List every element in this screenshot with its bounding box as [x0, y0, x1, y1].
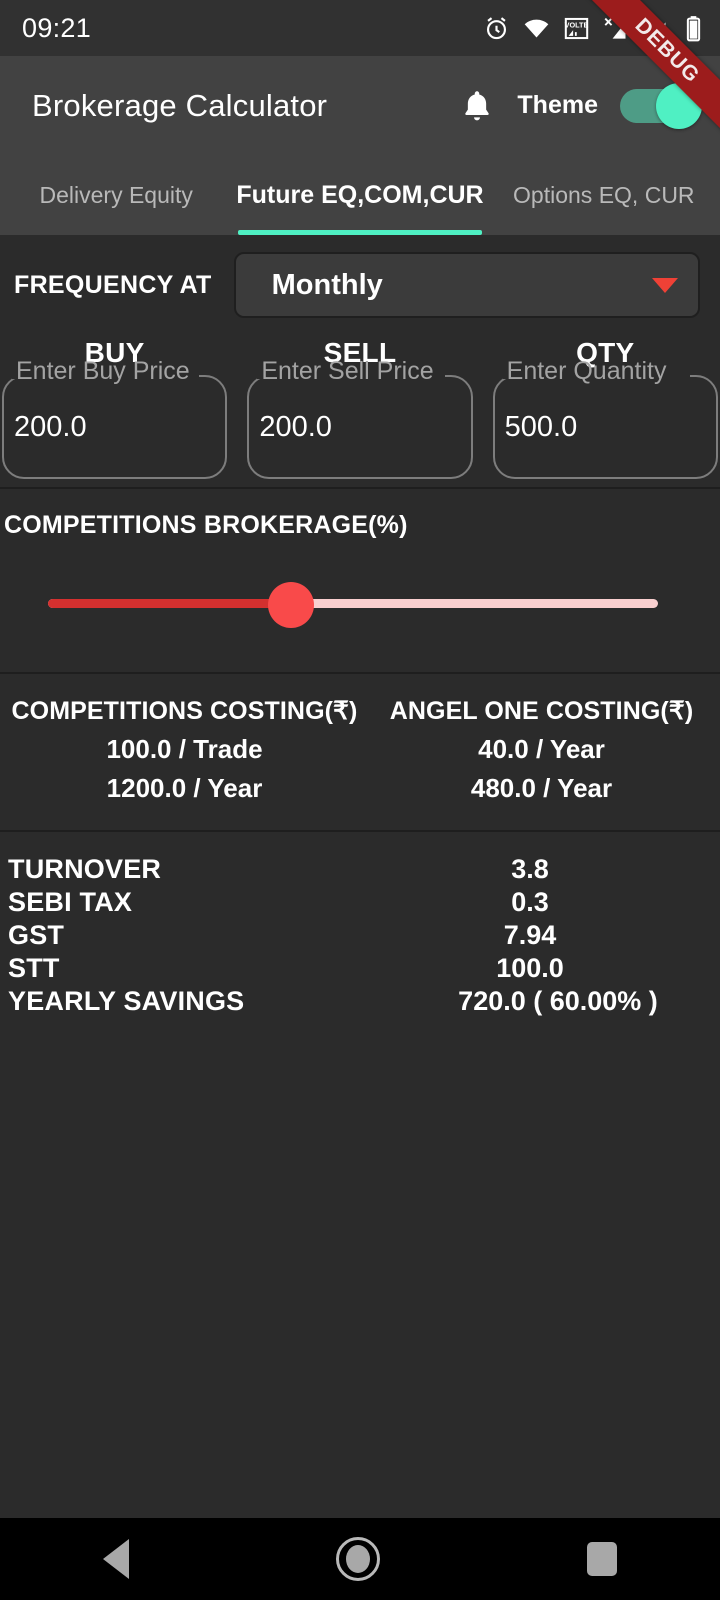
volte-icon: VOLTE [565, 17, 589, 39]
slider-track-active [48, 599, 292, 608]
app-bar-actions: Theme [459, 82, 702, 129]
back-icon[interactable] [103, 1539, 130, 1579]
summary-value: 0.3 [511, 887, 549, 917]
summary-label: STT [8, 953, 60, 983]
tab-options-eq-cur[interactable]: Options EQ, CUR [488, 155, 720, 235]
quantity-label: Enter Quantity [506, 357, 667, 385]
android-nav-bar [0, 1518, 720, 1600]
signal-no-sim-icon [604, 17, 626, 39]
table-row: GST 7.94 [0, 920, 720, 953]
table-row: TURNOVER 3.8 [0, 854, 720, 887]
summary-label: YEARLY SAVINGS [8, 986, 245, 1016]
chevron-down-icon [652, 277, 678, 293]
competitions-costing-heading: COMPETITIONS COSTING(₹) [11, 697, 358, 725]
main-content: FREQUENCY AT Monthly BUY Enter Buy Price… [0, 235, 720, 1518]
page-title: Brokerage Calculator [32, 87, 328, 123]
bell-icon[interactable] [459, 88, 495, 124]
phone-screen: 09:21 VOLTE DEBUG Brokerage Calculator T… [0, 0, 720, 1600]
angel-one-costing-column: ANGEL ONE COSTING(₹) 40.0 / Year 480.0 /… [363, 696, 720, 804]
buy-price-label: Enter Buy Price [16, 357, 190, 385]
competitions-costing-column: COMPETITIONS COSTING(₹) 100.0 / Trade 12… [0, 696, 363, 804]
sell-price-label: Enter Sell Price [261, 357, 434, 385]
table-row: STT 100.0 [0, 953, 720, 986]
frequency-row: FREQUENCY AT Monthly [0, 235, 720, 335]
summary-label: TURNOVER [8, 854, 162, 884]
summary-value: 3.8 [511, 854, 549, 884]
tab-future-eq-com-cur[interactable]: Future EQ,COM,CUR [232, 155, 487, 235]
tab-label: Delivery Equity [39, 181, 193, 208]
costing-comparison: COMPETITIONS COSTING(₹) 100.0 / Trade 12… [0, 674, 720, 830]
summary-label: SEBI TAX [8, 887, 133, 917]
brokerage-slider-section: COMPETITIONS BROKERAGE(%) [0, 489, 720, 672]
summary-value: 720.0 ( 60.00% ) [458, 986, 658, 1016]
status-time: 09:21 [22, 12, 92, 43]
quantity-field-group: QTY Enter Quantity 500.0 [483, 337, 720, 485]
slider-thumb[interactable] [268, 582, 314, 628]
frequency-dropdown[interactable]: Monthly [233, 252, 700, 318]
home-icon[interactable] [335, 1537, 380, 1581]
table-row: SEBI TAX 0.3 [0, 887, 720, 920]
summary-value: 7.94 [503, 920, 557, 950]
wifi-icon [524, 19, 549, 37]
theme-toggle-knob [656, 82, 702, 129]
theme-label: Theme [517, 91, 598, 119]
angel-one-costing-per-year: 480.0 / Year [470, 773, 613, 803]
buy-price-value: 200.0 [14, 411, 87, 443]
app-bar: Brokerage Calculator Theme [0, 56, 720, 155]
status-bar: 09:21 VOLTE [0, 0, 720, 56]
table-row: YEARLY SAVINGS 720.0 ( 60.00% ) [0, 986, 720, 1019]
summary-value: 100.0 [496, 953, 564, 983]
quantity-value: 500.0 [504, 411, 578, 443]
tab-label: Options EQ, CUR [513, 181, 695, 208]
inputs-row: BUY Enter Buy Price 200.0 SELL Enter Sel… [0, 335, 720, 487]
recents-icon[interactable] [586, 1542, 617, 1576]
competitions-costing-per-year: 1200.0 / Year [106, 773, 263, 803]
battery-icon [686, 15, 701, 41]
buy-price-field-group: BUY Enter Buy Price 200.0 [0, 337, 237, 485]
frequency-label: FREQUENCY AT [14, 270, 212, 299]
alarm-icon [486, 16, 507, 39]
summary-label: GST [8, 920, 65, 950]
brokerage-slider-title: COMPETITIONS BROKERAGE(%) [4, 511, 408, 539]
brokerage-slider[interactable] [0, 568, 720, 638]
svg-text:VOLTE: VOLTE [565, 20, 589, 29]
tab-label: Future EQ,COM,CUR [236, 180, 484, 209]
tab-bar: Delivery Equity Future EQ,COM,CUR Option… [0, 155, 720, 235]
tab-delivery-equity[interactable]: Delivery Equity [0, 155, 232, 235]
angel-one-costing-heading: ANGEL ONE COSTING(₹) [389, 697, 694, 725]
angel-one-costing-per-trade: 40.0 / Year [478, 734, 605, 764]
summary-table: TURNOVER 3.8 SEBI TAX 0.3 GST 7.94 STT 1… [0, 832, 720, 1019]
sell-price-field-group: SELL Enter Sell Price 200.0 [237, 337, 482, 485]
competitions-costing-per-trade: 100.0 / Trade [106, 734, 263, 764]
sell-price-value: 200.0 [259, 411, 332, 443]
signal-icon [652, 21, 666, 39]
theme-toggle[interactable] [620, 82, 702, 129]
frequency-selected-value: Monthly [271, 268, 383, 301]
status-icons: VOLTE [483, 15, 704, 42]
